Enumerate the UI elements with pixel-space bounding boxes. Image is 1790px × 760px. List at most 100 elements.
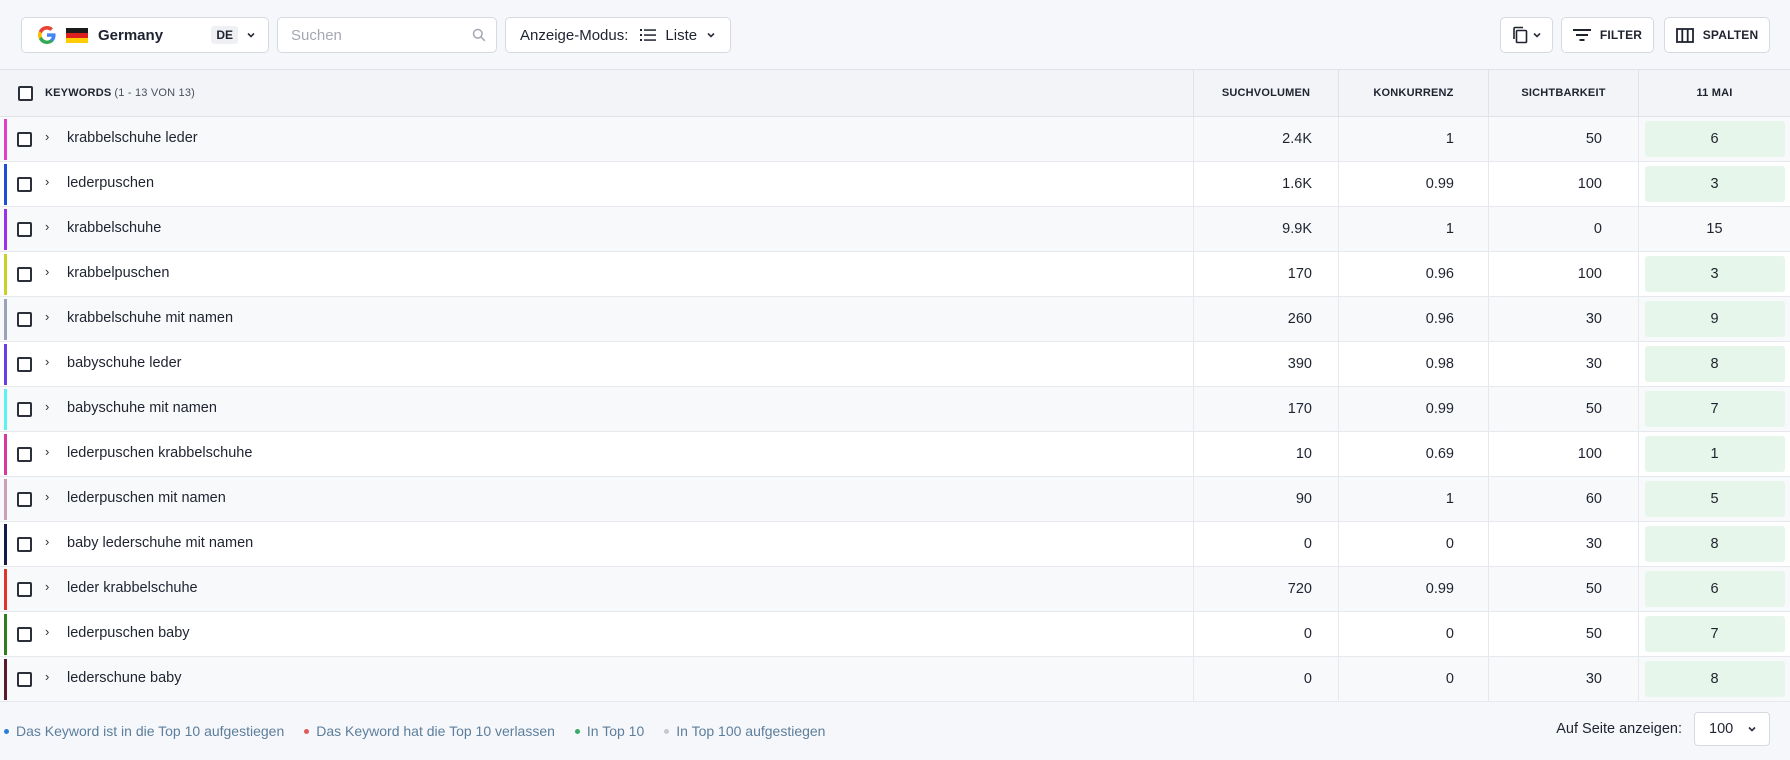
rank-value[interactable]: 6 — [1644, 571, 1785, 607]
row-checkbox[interactable] — [17, 177, 32, 192]
rank-value[interactable]: 8 — [1644, 346, 1785, 382]
expand-chevron-icon[interactable]: › — [45, 399, 55, 417]
header-search-volume[interactable]: SUCHVOLUMEN — [1193, 70, 1338, 116]
expand-chevron-icon[interactable]: › — [45, 444, 55, 462]
row-checkbox[interactable] — [17, 582, 32, 597]
copy-icon — [1512, 26, 1527, 44]
legend-label: Das Keyword ist in die Top 10 aufgestieg… — [16, 723, 285, 739]
rank-value[interactable]: 1 — [1644, 436, 1785, 472]
rank-value[interactable]: 8 — [1644, 661, 1785, 697]
search-volume-cell: 90 — [1193, 477, 1338, 521]
rank-value[interactable]: 8 — [1644, 526, 1785, 562]
table-row[interactable]: › babyschuhe mit namen 170 0.99 50 7 — [0, 387, 1790, 432]
table-row[interactable]: › babyschuhe leder 390 0.98 30 8 — [0, 342, 1790, 387]
row-checkbox[interactable] — [17, 492, 32, 507]
columns-label: SPALTEN — [1702, 28, 1759, 42]
rank-cell: 3 — [1638, 162, 1790, 206]
rank-value[interactable]: 7 — [1644, 391, 1785, 427]
table-row[interactable]: › lederpuschen baby 0 0 50 7 — [0, 612, 1790, 657]
search-box[interactable] — [277, 17, 497, 53]
keyword-text: babyschuhe leder — [67, 355, 182, 371]
rank-value[interactable]: 6 — [1644, 121, 1785, 157]
columns-button[interactable]: SPALTEN — [1664, 17, 1770, 53]
expand-chevron-icon[interactable]: › — [45, 174, 55, 192]
filter-button[interactable]: FILTER — [1561, 17, 1654, 53]
rank-value[interactable]: 9 — [1644, 301, 1785, 337]
table-row[interactable]: › krabbelpuschen 170 0.96 100 3 — [0, 252, 1790, 297]
competition-cell: 0.96 — [1338, 252, 1488, 296]
keyword-text: leder krabbelschuhe — [67, 580, 198, 596]
row-checkbox[interactable] — [17, 402, 32, 417]
keyword-color-bar — [4, 479, 7, 520]
table-row[interactable]: › lederpuschen mit namen 90 1 60 5 — [0, 477, 1790, 522]
rank-value[interactable]: 7 — [1644, 616, 1785, 652]
keyword-text: lederpuschen krabbelschuhe — [67, 445, 253, 461]
legend-label: In Top 10 — [586, 723, 645, 739]
table-row[interactable]: › lederpuschen 1.6K 0.99 100 3 — [0, 162, 1790, 207]
row-checkbox[interactable] — [17, 447, 32, 462]
header-date[interactable]: 11 MAI — [1638, 70, 1790, 116]
header-visibility[interactable]: SICHTBARKEIT — [1488, 70, 1638, 116]
google-g-icon — [38, 26, 56, 44]
row-checkbox[interactable] — [17, 357, 32, 372]
keyword-color-bar — [4, 614, 7, 655]
table-row[interactable]: › lederpuschen krabbelschuhe 10 0.69 100 1 — [0, 432, 1790, 477]
expand-chevron-icon[interactable]: › — [45, 579, 55, 597]
country-select[interactable]: Germany DE — [21, 17, 269, 53]
display-mode-select[interactable]: Anzeige-Modus: Liste — [505, 17, 731, 53]
search-volume-cell: 1.6K — [1193, 162, 1338, 206]
row-checkbox[interactable] — [17, 267, 32, 282]
search-input[interactable] — [291, 26, 472, 44]
rank-cell: 3 — [1638, 252, 1790, 296]
row-checkbox[interactable] — [17, 222, 32, 237]
row-checkbox[interactable] — [17, 627, 32, 642]
table-header: KEYWORDS (1 - 13 VON 13) SUCHVOLUMEN KON… — [0, 70, 1790, 117]
expand-chevron-icon[interactable]: › — [45, 624, 55, 642]
expand-chevron-icon[interactable]: › — [45, 129, 55, 147]
visibility-cell: 50 — [1488, 567, 1638, 611]
copy-button[interactable] — [1500, 17, 1553, 53]
rank-value[interactable]: 5 — [1644, 481, 1785, 517]
rank-cell: 6 — [1638, 567, 1790, 611]
table-row[interactable]: › baby lederschuhe mit namen 0 0 30 8 — [0, 522, 1790, 567]
table-row[interactable]: › lederschune baby 0 0 30 8 — [0, 657, 1790, 702]
per-page-control: Auf Seite anzeigen: 100 — [1556, 712, 1770, 746]
row-checkbox[interactable] — [17, 132, 32, 147]
row-checkbox[interactable] — [17, 312, 32, 327]
keyword-color-bar — [4, 164, 7, 205]
rank-value[interactable]: 3 — [1644, 256, 1785, 292]
table-row[interactable]: › krabbelschuhe leder 2.4K 1 50 6 — [0, 117, 1790, 162]
row-checkbox[interactable] — [17, 537, 32, 552]
expand-chevron-icon[interactable]: › — [45, 309, 55, 327]
expand-chevron-icon[interactable]: › — [45, 534, 55, 552]
keyword-color-bar — [4, 434, 7, 475]
filter-icon — [1572, 29, 1591, 41]
select-all-checkbox[interactable] — [18, 85, 33, 101]
expand-chevron-icon[interactable]: › — [45, 489, 55, 507]
expand-chevron-icon[interactable]: › — [45, 264, 55, 282]
keyword-color-bar — [4, 524, 7, 565]
expand-chevron-icon[interactable]: › — [45, 219, 55, 237]
chevron-down-icon — [247, 32, 255, 38]
row-checkbox[interactable] — [17, 672, 32, 687]
header-competition[interactable]: KONKURRENZ — [1338, 70, 1488, 116]
legend-item: In Top 10 — [574, 723, 645, 739]
rank-value[interactable]: 3 — [1644, 166, 1785, 202]
competition-cell: 0.98 — [1338, 342, 1488, 386]
rank-value[interactable]: 15 — [1645, 211, 1785, 247]
table-row[interactable]: › krabbelschuhe mit namen 260 0.96 30 9 — [0, 297, 1790, 342]
per-page-select[interactable]: 100 — [1694, 712, 1770, 746]
expand-chevron-icon[interactable]: › — [45, 354, 55, 372]
table-row[interactable]: › krabbelschuhe 9.9K 1 0 15 — [0, 207, 1790, 252]
rank-cell: 8 — [1638, 657, 1790, 701]
competition-cell: 0 — [1338, 612, 1488, 656]
table-row[interactable]: › leder krabbelschuhe 720 0.99 50 6 — [0, 567, 1790, 612]
visibility-cell: 50 — [1488, 117, 1638, 161]
search-volume-cell: 170 — [1193, 387, 1338, 431]
search-volume-cell: 390 — [1193, 342, 1338, 386]
expand-chevron-icon[interactable]: › — [45, 669, 55, 687]
search-volume-cell: 10 — [1193, 432, 1338, 476]
chevron-down-icon — [1748, 726, 1756, 732]
competition-cell: 1 — [1338, 117, 1488, 161]
keyword-text: krabbelschuhe leder — [67, 130, 198, 146]
